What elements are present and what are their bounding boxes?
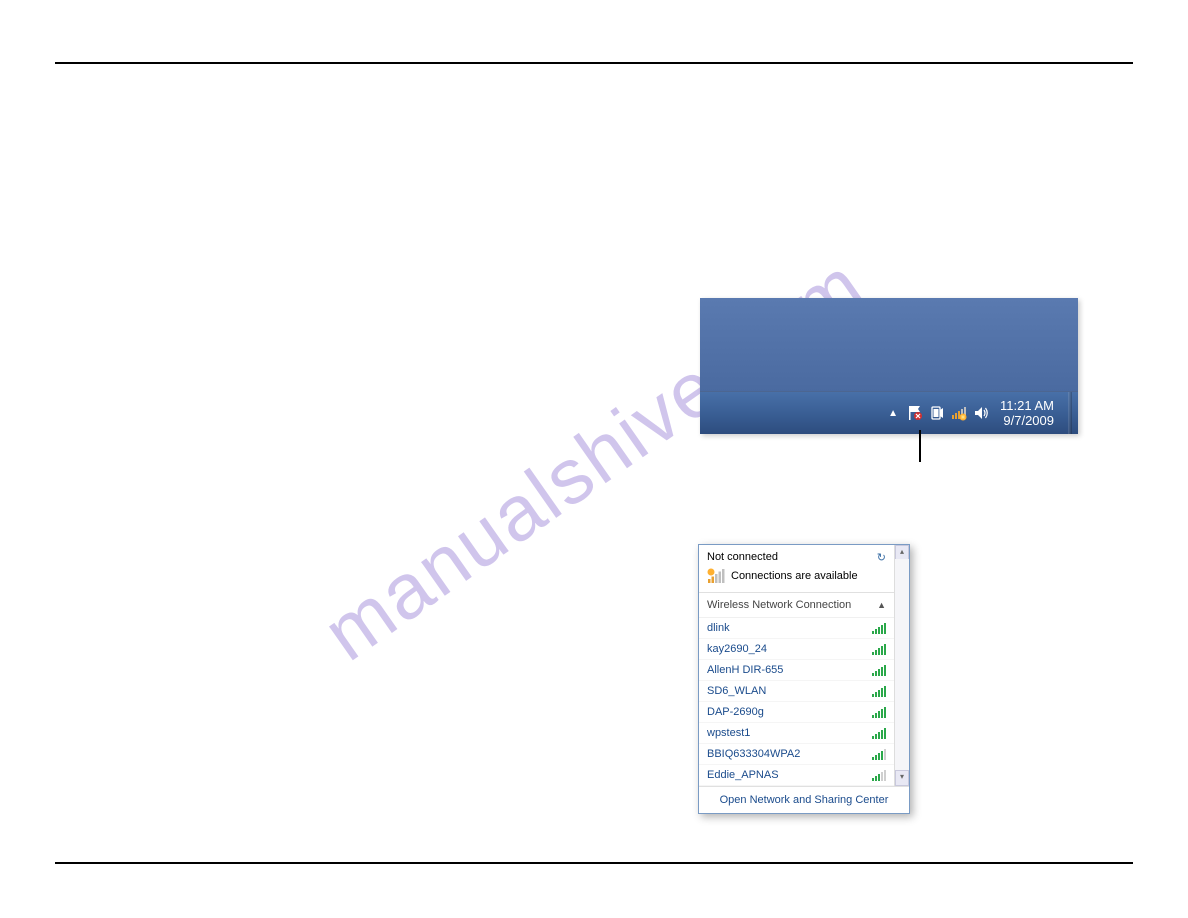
popup-scrollbar[interactable]: ▴ ▾ <box>894 545 909 786</box>
wifi-network-name: DAP-2690g <box>707 706 764 718</box>
signal-strength-icon <box>872 727 886 739</box>
wifi-network-name: SD6_WLAN <box>707 685 766 697</box>
signal-strength-icon <box>872 622 886 634</box>
taskbar-screenshot: ▲ <box>700 298 1078 434</box>
signal-strength-icon <box>872 748 886 760</box>
clock-time: 11:21 AM <box>1000 398 1054 413</box>
chevron-up-icon: ▲ <box>877 600 886 610</box>
wifi-available-row: Connections are available <box>699 566 894 593</box>
wifi-network-name: dlink <box>707 622 730 634</box>
signal-strength-icon <box>872 769 886 781</box>
top-rule <box>55 62 1133 64</box>
wifi-section-header[interactable]: Wireless Network Connection ▲ <box>699 593 894 618</box>
open-network-center-link[interactable]: Open Network and Sharing Center <box>699 786 909 813</box>
wifi-network-item[interactable]: SD6_WLAN <box>699 681 894 702</box>
wifi-section-title: Wireless Network Connection <box>707 599 851 611</box>
action-center-flag-icon[interactable] <box>906 404 924 422</box>
clock-date: 9/7/2009 <box>1000 413 1054 428</box>
signal-strength-icon <box>872 664 886 676</box>
refresh-icon[interactable]: ↻ <box>877 551 886 564</box>
scroll-down-button[interactable]: ▾ <box>895 770 909 786</box>
bottom-rule <box>55 862 1133 864</box>
wifi-network-item[interactable]: AllenH DIR-655 <box>699 660 894 681</box>
network-wireless-icon[interactable] <box>950 404 968 422</box>
wifi-network-name: AllenH DIR-655 <box>707 664 783 676</box>
power-icon[interactable] <box>928 404 946 422</box>
wifi-network-name: Eddie_APNAS <box>707 769 779 781</box>
wifi-network-item[interactable]: BBIQ633304WPA2 <box>699 744 894 765</box>
system-clock[interactable]: 11:21 AM 9/7/2009 <box>994 398 1060 428</box>
signal-strength-icon <box>872 685 886 697</box>
wifi-status-text: Not connected <box>707 551 778 563</box>
wifi-network-name: wpstest1 <box>707 727 750 739</box>
wifi-status-header: Not connected ↻ <box>699 545 894 566</box>
signal-strength-icon <box>872 706 886 718</box>
wifi-network-item[interactable]: wpstest1 <box>699 723 894 744</box>
wifi-network-name: kay2690_24 <box>707 643 767 655</box>
wifi-network-name: BBIQ633304WPA2 <box>707 748 800 760</box>
wifi-network-item[interactable]: dlink <box>699 618 894 639</box>
wifi-network-list: dlink kay2690_24 AllenH DIR-655 SD6_WLAN DAP… <box>699 618 894 786</box>
signal-strength-icon <box>872 643 886 655</box>
wifi-network-item[interactable]: kay2690_24 <box>699 639 894 660</box>
show-desktop-button[interactable] <box>1068 392 1072 434</box>
wifi-network-item[interactable]: DAP-2690g <box>699 702 894 723</box>
taskbar: ▲ <box>700 391 1078 434</box>
callout-line <box>919 430 921 462</box>
show-hidden-icons-button[interactable]: ▲ <box>884 404 902 422</box>
scroll-track[interactable] <box>895 559 909 772</box>
wireless-networks-popup: Not connected ↻ Connections are availabl… <box>698 544 910 814</box>
wifi-available-icon <box>707 568 725 584</box>
wifi-network-item[interactable]: Eddie_APNAS <box>699 765 894 786</box>
wifi-available-text: Connections are available <box>731 570 858 582</box>
volume-icon[interactable] <box>972 404 990 422</box>
